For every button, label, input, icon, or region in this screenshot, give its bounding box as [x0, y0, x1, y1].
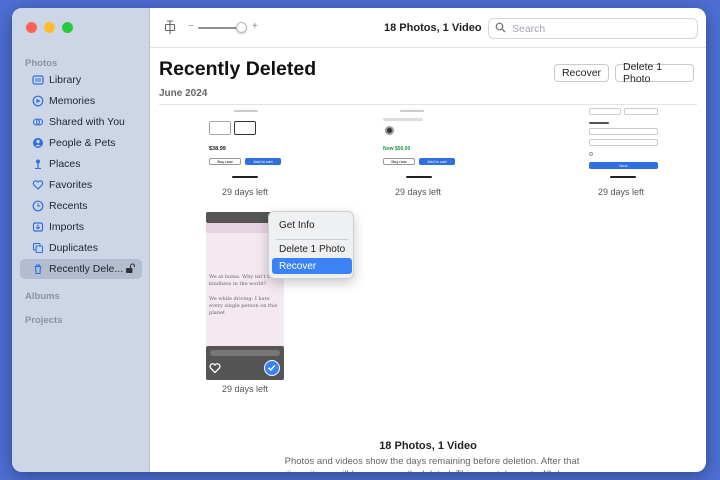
memories-icon — [32, 95, 44, 107]
header-divider — [159, 104, 697, 105]
sidebar-item-library[interactable]: Library — [20, 70, 142, 90]
photo-thumbnail[interactable]: $38.99 Buy now Add to cart — [206, 106, 284, 180]
checkbox — [589, 152, 593, 156]
form-field — [589, 139, 658, 146]
sidebar-item-shared-with-you[interactable]: Shared with You — [20, 112, 142, 132]
sidebar-item-label: Shared with You — [49, 116, 125, 128]
sidebar-item-label: Places — [49, 158, 81, 170]
photo-thumbnail[interactable]: Next — [575, 106, 661, 180]
close-button[interactable] — [26, 22, 37, 33]
sidebar-item-favorites[interactable]: Favorites — [20, 175, 142, 195]
trash-icon — [32, 263, 44, 275]
clock-icon — [32, 200, 44, 212]
sidebar-item-label: People & Pets — [49, 137, 116, 149]
sidebar-item-label: Memories — [49, 95, 96, 107]
thumb-text-2: We while driving: I hate every single pe… — [209, 296, 278, 316]
zoom-in-label: + — [252, 21, 258, 32]
zoom-slider[interactable] — [198, 22, 247, 33]
zoom-button[interactable] — [62, 22, 73, 33]
thumb-next-button: Next — [589, 162, 658, 169]
section-albums[interactable]: Albums — [25, 291, 60, 302]
adjust-size-icon[interactable] — [163, 20, 177, 40]
thumb-text-line — [383, 118, 423, 121]
main-content: Recently Deleted June 2024 Recover Delet… — [150, 48, 706, 472]
thumb-cart-button: Add to cart — [419, 158, 455, 165]
sidebar-item-label: Recently Dele... — [49, 263, 124, 275]
sidebar-item-duplicates[interactable]: Duplicates — [20, 238, 142, 258]
thumb-price: $38.99 — [209, 146, 226, 152]
zoom-out-label: − — [188, 21, 194, 32]
carousel-dots — [234, 110, 258, 112]
library-icon — [32, 74, 44, 86]
thumb-buy-button: Buy now — [383, 158, 415, 165]
minimize-button[interactable] — [44, 22, 55, 33]
search-icon — [495, 22, 506, 36]
form-field — [624, 108, 658, 115]
sidebar-item-memories[interactable]: Memories — [20, 91, 142, 111]
home-indicator — [610, 176, 636, 178]
sidebar: Photos Library Memories Shared with You … — [12, 8, 150, 472]
sidebar-item-label: Recents — [49, 200, 88, 212]
menu-item-delete-photo[interactable]: Delete 1 Photo — [272, 241, 352, 257]
days-left-caption: 29 days left — [394, 187, 442, 197]
section-projects[interactable]: Projects — [25, 315, 63, 326]
home-indicator — [232, 176, 258, 178]
page-title: Recently Deleted — [159, 58, 317, 80]
footer-description: Photos and videos show the days remainin… — [284, 456, 580, 472]
footer-count: 18 Photos, 1 Video — [379, 440, 477, 452]
thumb-text-line — [589, 122, 609, 124]
places-icon — [32, 158, 44, 170]
sidebar-item-recents[interactable]: Recents — [20, 196, 142, 216]
window-controls — [26, 22, 73, 33]
color-swatch — [385, 126, 394, 135]
days-left-caption: 29 days left — [597, 187, 645, 197]
delete-photo-button[interactable]: Delete 1 Photo — [615, 61, 694, 85]
imports-icon — [32, 221, 44, 233]
option-box — [209, 121, 231, 135]
date-header: June 2024 — [159, 88, 208, 99]
context-menu: Get Info Delete 1 Photo Recover — [268, 211, 354, 279]
menu-item-get-info[interactable]: Get Info — [272, 217, 352, 233]
option-box — [234, 121, 256, 135]
sidebar-item-imports[interactable]: Imports — [20, 217, 142, 237]
selected-checkmark-icon[interactable] — [264, 360, 280, 376]
form-field — [589, 128, 658, 135]
thumb-buy-button: Buy now — [209, 158, 241, 165]
sidebar-item-label: Duplicates — [49, 242, 99, 254]
shared-icon — [32, 116, 44, 128]
toolbar: − + 18 Photos, 1 Video Search — [150, 8, 706, 48]
thumb-message-pill — [210, 350, 280, 356]
carousel-dots — [400, 110, 424, 112]
search-placeholder: Search — [512, 22, 546, 35]
menu-item-recover[interactable]: Recover — [272, 258, 352, 274]
heart-icon — [32, 179, 44, 191]
sidebar-item-people-pets[interactable]: People & Pets — [20, 133, 142, 153]
days-left-caption: 29 days left — [221, 187, 269, 197]
photos-window: Photos Library Memories Shared with You … — [12, 8, 706, 472]
thumb-price: Now $50.00 — [383, 146, 411, 152]
toolbar-count: 18 Photos, 1 Video — [384, 22, 482, 34]
days-left-caption: 29 days left — [221, 384, 269, 394]
sidebar-item-label: Favorites — [49, 179, 93, 191]
duplicates-icon — [32, 242, 44, 254]
form-field — [589, 108, 621, 115]
people-icon — [32, 137, 44, 149]
thumb-cart-button: Add to cart — [245, 158, 281, 165]
menu-separator — [276, 239, 348, 240]
sidebar-item-places[interactable]: Places — [20, 154, 142, 174]
home-indicator — [406, 176, 432, 178]
zoom-slider-fill — [198, 27, 240, 29]
favorite-heart-icon[interactable] — [209, 361, 221, 379]
unlock-icon[interactable] — [125, 263, 136, 277]
sidebar-item-label: Library — [49, 74, 82, 86]
recover-button[interactable]: Recover — [554, 64, 609, 82]
sidebar-item-recently-deleted[interactable]: Recently Dele... — [20, 259, 142, 279]
zoom-slider-knob[interactable] — [236, 22, 247, 33]
section-photos: Photos — [25, 58, 58, 69]
sidebar-item-label: Imports — [49, 221, 85, 233]
photo-thumbnail[interactable]: Now $50.00 Buy now Add to cart — [380, 106, 458, 180]
search-field[interactable]: Search — [488, 18, 698, 39]
